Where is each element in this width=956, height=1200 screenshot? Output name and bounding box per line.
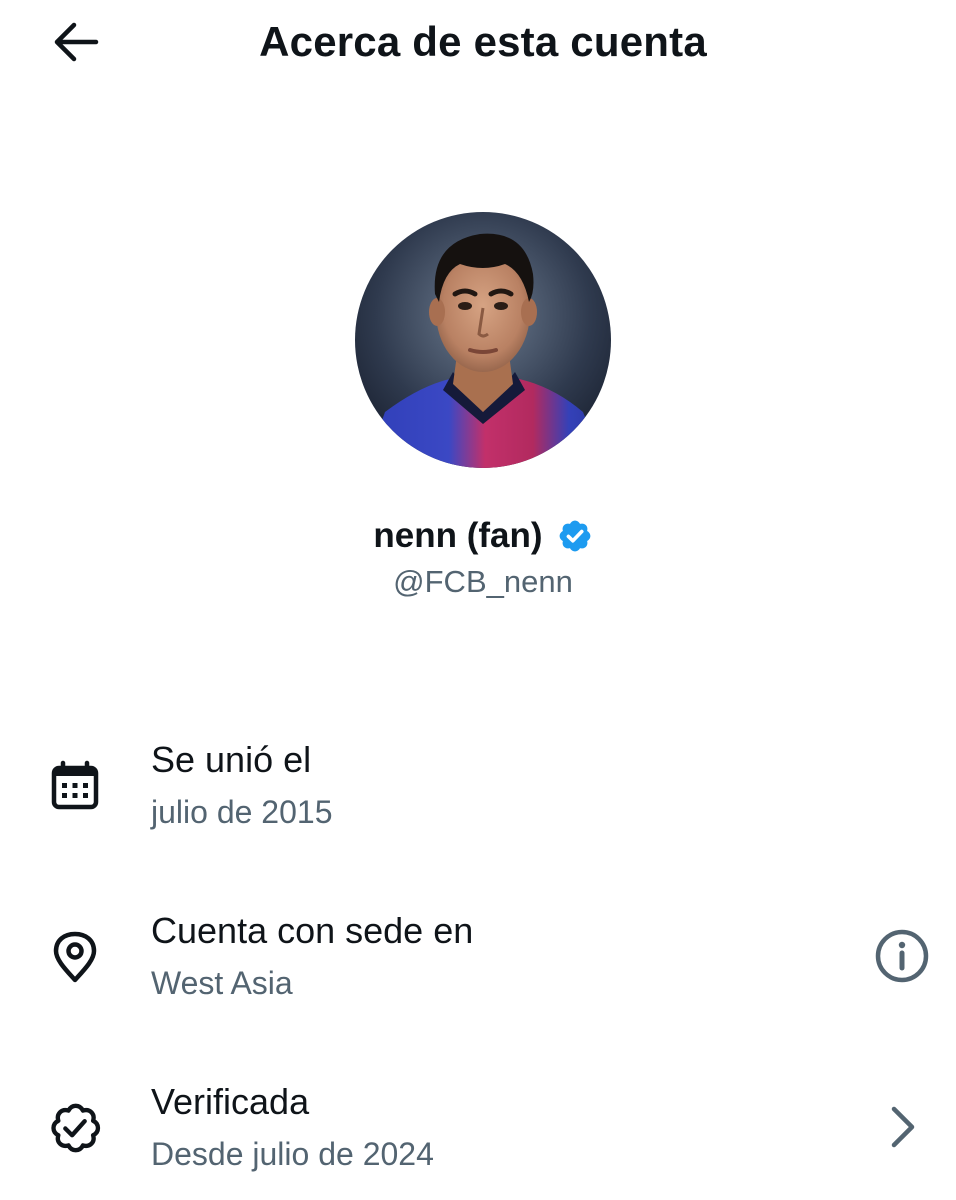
detail-row-verified[interactable]: Verificada Desde julio de 2024 (0, 1077, 956, 1197)
user-handle: @FCB_nenn (393, 564, 573, 599)
detail-row-joined: Se unió el julio de 2015 (0, 735, 956, 855)
verified-value: Desde julio de 2024 (151, 1136, 434, 1172)
joined-value: julio de 2015 (151, 794, 333, 830)
location-label: Cuenta con sede en (151, 910, 474, 951)
display-name: nenn (fan) (373, 516, 543, 555)
chevron-right-icon (891, 1106, 915, 1148)
info-icon (875, 929, 929, 983)
joined-label: Se unió el (151, 739, 312, 780)
verified-label: Verificada (151, 1081, 310, 1122)
avatar-image (355, 212, 611, 468)
verified-badge-icon (559, 520, 590, 552)
detail-row-location: Cuenta con sede en West Asia (0, 906, 956, 1026)
top-app-bar: Acerca de esta cuenta (0, 0, 956, 90)
profile-name-row: nenn (fan) (0, 512, 956, 560)
calendar-icon (44, 755, 106, 817)
verified-outline-icon (44, 1097, 106, 1159)
avatar[interactable] (355, 212, 611, 468)
location-pin-icon (44, 926, 106, 988)
info-button[interactable] (872, 926, 932, 986)
page-title: Acerca de esta cuenta (259, 18, 707, 65)
verified-chevron-button[interactable] (872, 1097, 932, 1157)
location-value: West Asia (151, 965, 293, 1001)
